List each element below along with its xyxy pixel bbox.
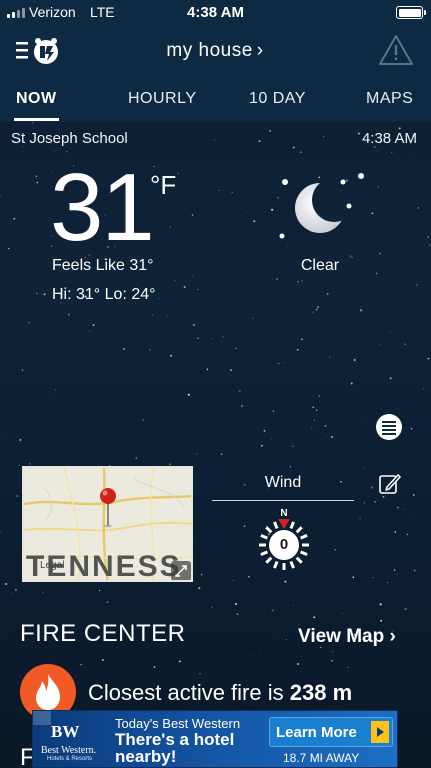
- ad-brand-name: Best Western.: [41, 745, 97, 756]
- chevron-right-icon: ›: [256, 40, 264, 61]
- current-temperature: 31: [50, 154, 155, 261]
- temperature-unit: °F: [150, 170, 177, 200]
- view-map-link[interactable]: View Map ›: [298, 626, 396, 648]
- status-bar: Verizon LTE 4:38 AM: [0, 0, 431, 24]
- learn-more-label: Learn More: [276, 724, 357, 741]
- radar-map-thumbnail[interactable]: TENNESS Legal: [22, 466, 193, 582]
- closest-fire-prefix: Closest active fire is: [88, 680, 284, 705]
- location-name: my house: [166, 40, 253, 61]
- ad-banner[interactable]: BW Best Western. Hotels & Resorts Today'…: [32, 710, 398, 768]
- wind-divider: [212, 500, 354, 501]
- menu-app-icon[interactable]: [16, 36, 62, 68]
- view-map-label: View Map: [298, 626, 385, 647]
- active-tab-indicator: [14, 118, 59, 121]
- feels-like: Feels Like 31°: [52, 257, 154, 274]
- ad-distance: 18.7 MI AWAY: [283, 751, 360, 765]
- compass-north-label: N: [280, 508, 287, 519]
- ad-brand-mark: BW: [51, 722, 80, 741]
- chevron-right-icon: ›: [389, 626, 396, 647]
- tab-now[interactable]: NOW: [16, 90, 57, 108]
- warning-triangle-icon[interactable]: [378, 34, 414, 66]
- ad-headline: There's a hotel nearby!: [115, 730, 235, 766]
- edit-icon[interactable]: [378, 472, 402, 496]
- wind-speed: 0: [279, 536, 289, 553]
- best-western-logo: BW Best Western. Hotels & Resorts: [37, 715, 109, 765]
- forecast-tabs: NOW HOURLY 10 DAY MAPS: [0, 80, 431, 122]
- location-selector-button[interactable]: my house ›: [140, 40, 290, 66]
- learn-more-button[interactable]: Learn More: [269, 717, 393, 747]
- weather-app-screen: Verizon LTE 4:38 AM my house › NOW HOURL…: [0, 0, 431, 768]
- observation-time: 4:38 AM: [361, 130, 417, 147]
- list-menu-icon[interactable]: [374, 412, 404, 442]
- ad-kicker: Today's Best Western: [115, 716, 241, 731]
- tab-hourly[interactable]: HOURLY: [128, 90, 197, 108]
- battery-icon: [396, 6, 426, 19]
- ad-brand-sub: Hotels & Resorts: [47, 756, 93, 762]
- play-arrow-icon: [371, 721, 389, 743]
- app-header: my house ›: [0, 24, 431, 80]
- closest-fire-distance: 238 m: [289, 680, 353, 705]
- wind-title: Wind: [264, 474, 302, 491]
- tab-10-day[interactable]: 10 DAY: [249, 90, 306, 108]
- hi-lo-temperature: Hi: 31° Lo: 24°: [52, 286, 156, 303]
- moon-stars-icon: [270, 170, 370, 245]
- fire-center-title: FIRE CENTER: [20, 620, 186, 647]
- tab-maps[interactable]: MAPS: [366, 90, 413, 108]
- closest-fire-text: Closest active fire is 238 m: [88, 680, 352, 706]
- map-legal-link[interactable]: Legal: [40, 560, 64, 571]
- status-clock: 4:38 AM: [187, 4, 244, 21]
- station-name: St Joseph School: [11, 130, 128, 147]
- condition-label: Clear: [300, 257, 340, 274]
